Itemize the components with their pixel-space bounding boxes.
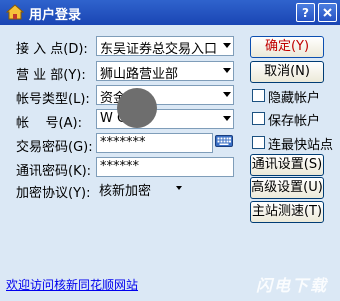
help-icon: ? [302, 6, 309, 19]
comm-password-input[interactable]: ****** [96, 157, 234, 177]
trade-password-value: ******* [100, 135, 146, 150]
comm-password-value: ****** [100, 159, 139, 174]
close-button[interactable] [318, 3, 337, 22]
encryption-label: 加密协议(Y): [16, 186, 91, 201]
checkbox-box[interactable] [252, 136, 265, 149]
checkbox-box[interactable] [252, 112, 265, 125]
help-button[interactable]: ? [296, 3, 315, 22]
website-link[interactable]: 欢迎访问核新同花顺网站 [6, 276, 138, 293]
ok-button[interactable]: 确定(Y) [250, 36, 324, 58]
watermark: 闪电下载 [256, 276, 329, 295]
branch-label: 营 业 部(Y): [16, 68, 86, 83]
comm-settings-button[interactable]: 通讯设置(S) [250, 154, 324, 176]
branch-value: 狮山路营业部 [100, 67, 179, 81]
encryption-select[interactable]: 核新加密 [96, 179, 184, 199]
chevron-down-icon [223, 68, 231, 73]
chevron-down-icon [223, 43, 231, 48]
chevron-down-icon [176, 186, 182, 190]
chevron-down-icon [223, 116, 231, 121]
encryption-value: 核新加密 [99, 184, 152, 199]
comm-password-label: 通讯密码(K): [16, 164, 92, 179]
svg-text:?: ? [302, 6, 309, 19]
close-icon [323, 8, 332, 17]
checkbox-box[interactable] [252, 89, 265, 102]
window-title: 用户登录 [29, 8, 82, 23]
house-icon [6, 4, 24, 20]
access-point-label: 接 入 点(D): [16, 42, 88, 57]
trade-password-label: 交易密码(G): [16, 140, 93, 155]
branch-select[interactable]: 狮山路营业部 [96, 61, 234, 81]
hide-account-label: 隐藏帐户 [268, 91, 321, 106]
keyboard-icon[interactable] [215, 134, 233, 148]
trade-password-input[interactable]: ******* [96, 133, 213, 153]
account-type-label: 帐号类型(L): [16, 92, 90, 107]
access-point-select[interactable]: 东吴证券总交易入口 [96, 36, 234, 56]
access-point-value: 东吴证券总交易入口 [100, 42, 218, 56]
connect-fastest-label: 连最快站点 [268, 138, 334, 153]
title-bar: 用户登录 ? [0, 0, 340, 25]
advanced-settings-button[interactable]: 高级设置(U) [250, 177, 324, 199]
chevron-down-icon [223, 92, 231, 97]
station-speedtest-button[interactable]: 主站测速(T) [250, 201, 324, 223]
account-label: 帐 号(A): [16, 116, 82, 131]
cancel-button[interactable]: 取消(N) [250, 61, 324, 83]
save-account-label: 保存帐户 [268, 114, 321, 129]
redaction-blur [117, 88, 157, 128]
